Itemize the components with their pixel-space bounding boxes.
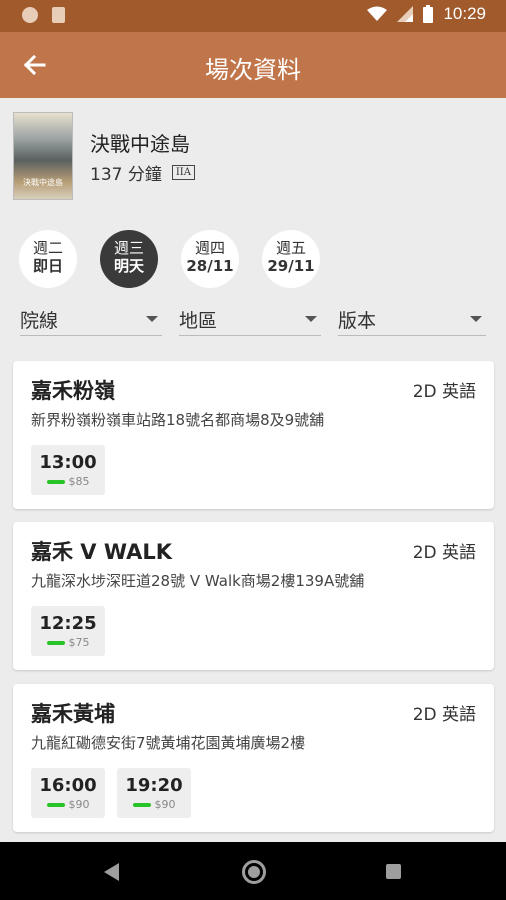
- region-dropdown[interactable]: 地區: [179, 306, 321, 336]
- chain-dropdown-label: 院線: [20, 310, 59, 332]
- movie-header: 決戰中途島 決戰中途島 137 分鐘 IIA: [0, 98, 506, 216]
- cinema-name: 嘉禾 V WALK: [31, 540, 173, 564]
- showtime-price: $85: [68, 475, 90, 488]
- showtime-price-row: $90: [117, 798, 191, 811]
- cinema-name: 嘉禾粉嶺: [31, 379, 115, 403]
- availability-bar: [46, 640, 65, 645]
- status-time: 10:29: [443, 4, 486, 23]
- date-selector: 週二 即日 週三 明天 週四 28/11 週五 29/11: [0, 230, 506, 290]
- status-left: [22, 7, 65, 23]
- showtime-button[interactable]: 19:20 $90: [117, 768, 191, 818]
- date-day: 週三: [113, 239, 144, 257]
- showtime-price: $75: [68, 636, 90, 649]
- showtime-time: 16:00: [39, 775, 97, 796]
- availability-bar: [132, 802, 151, 807]
- showtime-price-row: $75: [31, 636, 105, 649]
- cinema-name: 嘉禾黃埔: [31, 702, 115, 726]
- filter-bar: 院線 地區 版本: [0, 306, 506, 338]
- date-label: 明天: [113, 257, 144, 275]
- date-chip[interactable]: 週四 28/11: [181, 230, 239, 288]
- showtime-list: 16:00 $90 19:20 $90: [31, 768, 191, 818]
- availability-bar: [46, 802, 65, 807]
- sd-card-icon: [52, 7, 65, 23]
- showtime-button[interactable]: 16:00 $90: [31, 768, 105, 818]
- movie-meta: 137 分鐘 IIA: [90, 160, 195, 185]
- showtime-button[interactable]: 12:25 $75: [31, 606, 105, 656]
- showtime-time: 19:20: [125, 775, 183, 796]
- showtime-list: 13:00 $85: [31, 445, 105, 495]
- status-bar: 10:29: [0, 0, 506, 32]
- movie-duration: 137 分鐘: [90, 165, 162, 185]
- notification-dot-icon: [22, 7, 38, 23]
- version-dropdown[interactable]: 版本: [338, 306, 486, 336]
- date-label: 即日: [32, 257, 63, 275]
- cinema-card[interactable]: 嘉禾黃埔 2D 英語 九龍紅磡德安街7號黃埔花園黃埔廣場2樓 16:00 $90…: [13, 684, 494, 832]
- date-label: 29/11: [267, 257, 315, 275]
- rating-badge: IIA: [171, 165, 195, 180]
- version-label: 2D 英語: [412, 382, 476, 402]
- availability-bar: [46, 479, 65, 484]
- movie-title: 決戰中途島: [90, 132, 190, 156]
- poster-title: 決戰中途島: [23, 178, 63, 187]
- date-chip[interactable]: 週五 29/11: [262, 230, 320, 288]
- chain-dropdown[interactable]: 院線: [20, 306, 162, 336]
- version-dropdown-label: 版本: [338, 310, 377, 332]
- showtime-list: 12:25 $75: [31, 606, 105, 656]
- dropdown-arrow-icon: [470, 316, 482, 322]
- cinema-address: 九龍深水埗深旺道28號 V Walk商場2樓139A號舖: [31, 572, 365, 590]
- system-nav-bar: [0, 842, 506, 900]
- date-day: 週二: [32, 239, 63, 257]
- showtime-button[interactable]: 13:00 $85: [31, 445, 105, 495]
- version-label: 2D 英語: [412, 705, 476, 725]
- showtime-time: 13:00: [39, 452, 97, 473]
- version-label: 2D 英語: [412, 543, 476, 563]
- date-day: 週四: [194, 239, 225, 257]
- wifi-icon: [367, 6, 388, 21]
- page-title: 場次資料: [205, 56, 301, 84]
- showtime-price: $90: [154, 798, 176, 811]
- region-dropdown-label: 地區: [179, 310, 218, 332]
- cinema-address: 新界粉嶺粉嶺車站路18號名都商場8及9號舖: [31, 411, 325, 429]
- dropdown-arrow-icon: [305, 316, 317, 322]
- date-chip[interactable]: 週二 即日: [19, 230, 77, 288]
- date-label: 28/11: [186, 257, 234, 275]
- movie-poster: 決戰中途島: [13, 112, 73, 200]
- cinema-card[interactable]: 嘉禾粉嶺 2D 英語 新界粉嶺粉嶺車站路18號名都商場8及9號舖 13:00 $…: [13, 361, 494, 509]
- showtime-price-row: $90: [31, 798, 105, 811]
- nav-home-icon[interactable]: [242, 860, 266, 884]
- nav-back-icon[interactable]: [104, 863, 119, 881]
- status-right: 10:29: [367, 4, 486, 24]
- cinema-address: 九龍紅磡德安街7號黃埔花園黃埔廣場2樓: [31, 734, 306, 752]
- battery-icon: [423, 5, 434, 23]
- showtime-time: 12:25: [39, 613, 97, 634]
- date-chip-selected[interactable]: 週三 明天: [100, 230, 158, 288]
- dropdown-arrow-icon: [146, 316, 158, 322]
- signal-icon: [397, 6, 414, 22]
- date-day: 週五: [275, 239, 306, 257]
- showtime-price: $90: [68, 798, 90, 811]
- cinema-card[interactable]: 嘉禾 V WALK 2D 英語 九龍深水埗深旺道28號 V Walk商場2樓13…: [13, 522, 494, 670]
- app-bar: 場次資料: [0, 32, 506, 98]
- nav-recents-icon[interactable]: [386, 864, 401, 879]
- showtime-price-row: $85: [31, 475, 105, 488]
